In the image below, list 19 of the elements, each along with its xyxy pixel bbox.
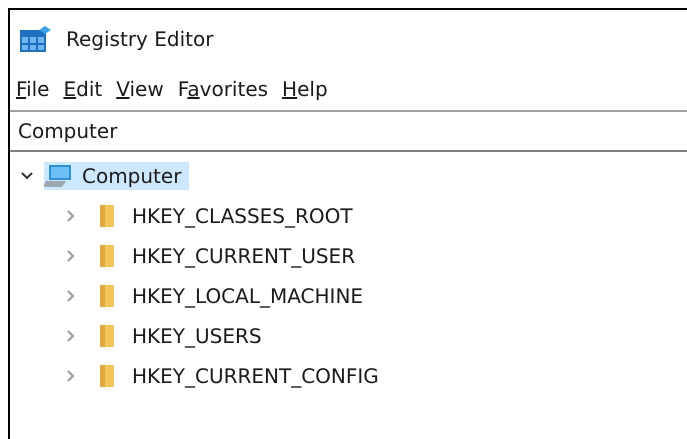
folder-icon — [98, 323, 116, 349]
folder-icon — [98, 243, 116, 269]
tree-item[interactable]: HKEY_LOCAL_MACHINE — [128, 282, 368, 310]
tree-item[interactable]: HKEY_CLASSES_ROOT — [128, 202, 357, 230]
folder-icon — [98, 363, 116, 389]
menu-item[interactable]: View — [116, 77, 164, 101]
menu-item[interactable]: Help — [282, 77, 328, 101]
menu-item[interactable]: Favorites — [178, 77, 268, 101]
tree-item[interactable]: Computer — [44, 162, 190, 190]
folder-icon — [98, 203, 116, 229]
menu-item[interactable]: File — [16, 77, 50, 101]
computer-icon — [44, 163, 74, 189]
tree-item[interactable]: HKEY_CURRENT_CONFIG — [128, 362, 383, 390]
tree-item[interactable]: HKEY_USERS — [128, 322, 266, 350]
address-field[interactable]: Computer — [18, 119, 118, 143]
menu-item[interactable]: Edit — [63, 77, 102, 101]
folder-icon — [98, 283, 116, 309]
tree-item[interactable]: HKEY_CURRENT_USER — [128, 242, 360, 270]
window-title: Registry Editor — [66, 27, 214, 51]
